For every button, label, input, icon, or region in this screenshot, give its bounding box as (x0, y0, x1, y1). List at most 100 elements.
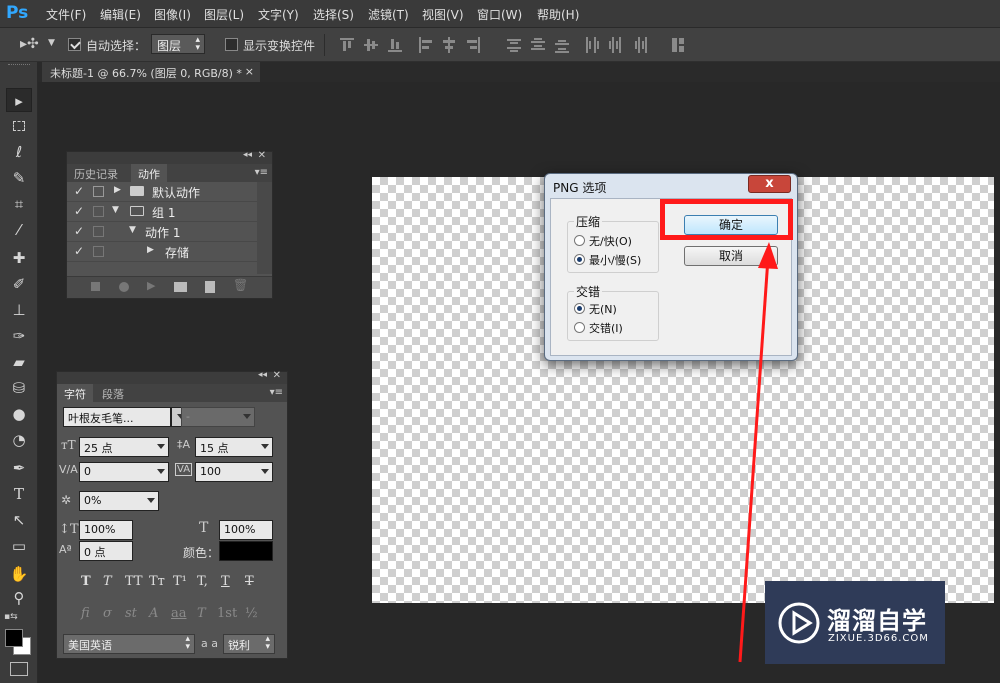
kerning-field[interactable]: 0 (79, 462, 169, 482)
distribute-left-icon[interactable] (585, 37, 599, 53)
quick-select-tool-icon[interactable]: ✎ (6, 166, 32, 190)
play-icon[interactable]: ▶ (147, 279, 155, 292)
expand-arrow-icon[interactable]: ▼ (129, 225, 136, 235)
panel-grip[interactable] (8, 64, 30, 67)
chevron-down-icon[interactable]: ▼ (48, 38, 55, 48)
compression-smallest-radio[interactable] (574, 254, 585, 265)
record-icon[interactable] (119, 282, 129, 292)
panel-menu-icon[interactable]: ▾≡ (255, 167, 268, 178)
lasso-tool-icon[interactable]: ℓ (6, 140, 32, 164)
vertical-scale-field[interactable]: 100% (79, 520, 133, 540)
align-hcenter-icon[interactable] (442, 37, 456, 53)
eyedropper-tool-icon[interactable]: ⁄ (6, 218, 32, 242)
dialog-toggle-icon[interactable] (93, 246, 104, 257)
move-tool-preset-icon[interactable]: ▸✣ (20, 36, 39, 52)
clone-stamp-tool-icon[interactable]: ⊥ (6, 298, 32, 322)
menu-image[interactable]: 图像(I) (154, 6, 191, 23)
type-tool-icon[interactable]: T (6, 482, 32, 506)
crop-tool-icon[interactable]: ⌗ (6, 192, 32, 216)
antialias-dropdown[interactable]: 锐利 ▴ ▾ (223, 634, 275, 654)
text-color-swatch[interactable] (219, 541, 273, 561)
distribute-right-icon[interactable] (633, 37, 647, 53)
distribute-top-icon[interactable] (507, 37, 521, 53)
menu-filter[interactable]: 滤镜(T) (368, 6, 409, 23)
marquee-tool-icon[interactable] (6, 114, 32, 138)
baseline-shift-field[interactable]: 0 点 (79, 541, 133, 561)
fractions-button[interactable]: ½ (245, 606, 258, 621)
pen-tool-icon[interactable]: ✒ (6, 456, 32, 480)
align-vcenter-icon[interactable] (364, 37, 378, 53)
tab-history[interactable]: 历史记录 (67, 164, 125, 182)
list-item[interactable]: ✓ ▼ 动作 1 (67, 222, 257, 242)
menu-edit[interactable]: 编辑(E) (100, 6, 141, 23)
move-tool-icon[interactable]: ▸ (6, 88, 32, 112)
distribute-vcenter-icon[interactable] (531, 37, 545, 53)
ordinals-button[interactable]: 1st (217, 606, 237, 621)
paint-bucket-tool-icon[interactable]: ⛁ (6, 376, 32, 400)
brush-tool-icon[interactable]: ✐ (6, 272, 32, 296)
history-brush-tool-icon[interactable]: ✑ (6, 324, 32, 348)
list-item[interactable]: ✓ ▼ 组 1 (67, 202, 257, 222)
tab-character[interactable]: 字符 (57, 384, 93, 402)
path-select-tool-icon[interactable]: ↖ (6, 508, 32, 532)
panel-menu-icon[interactable]: ▾≡ (270, 387, 283, 398)
collapse-icon[interactable]: ◂◂ (258, 370, 267, 380)
align-bottom-icon[interactable] (388, 37, 402, 53)
trash-icon[interactable]: 🗑 (233, 278, 248, 292)
new-set-folder-icon[interactable] (174, 282, 187, 292)
blur-tool-icon[interactable]: ● (6, 402, 32, 426)
language-dropdown[interactable]: 美国英语 ▴ ▾ (63, 634, 195, 654)
check-icon[interactable]: ✓ (74, 224, 84, 238)
faux-bold-button[interactable]: T (81, 574, 91, 589)
titling-alternates-button[interactable]: T (197, 606, 206, 621)
superscript-button[interactable]: T¹ (173, 574, 187, 589)
collapse-icon[interactable]: ◂◂ (243, 150, 252, 160)
compression-none-label[interactable]: 无/快(O) (589, 233, 632, 249)
check-icon[interactable]: ✓ (74, 184, 84, 198)
discretionary-ligatures-button[interactable]: st (125, 606, 137, 621)
foreground-color-swatch[interactable] (5, 629, 23, 647)
close-icon[interactable]: ✕ (258, 150, 266, 161)
font-size-field[interactable]: 25 点 (79, 437, 169, 457)
hand-tool-icon[interactable]: ✋ (6, 562, 32, 586)
horizontal-scale-field[interactable]: 100% (219, 520, 273, 540)
menu-window[interactable]: 窗口(W) (477, 6, 522, 23)
align-top-icon[interactable] (340, 37, 354, 53)
tsume-field[interactable]: 0% (79, 491, 159, 511)
menu-file[interactable]: 文件(F) (46, 6, 86, 23)
align-right-icon[interactable] (466, 37, 480, 53)
dialog-close-button[interactable]: x (748, 175, 791, 193)
leading-field[interactable]: 15 点 (195, 437, 273, 457)
align-left-icon[interactable] (418, 37, 432, 53)
scrollbar[interactable] (257, 182, 272, 274)
expand-arrow-icon[interactable]: ▶ (114, 185, 121, 195)
document-tab[interactable]: 未标题-1 @ 66.7% (图层 0, RGB/8) * × (42, 62, 260, 82)
close-icon[interactable]: × (245, 65, 254, 78)
new-action-icon[interactable] (205, 281, 215, 293)
menu-layer[interactable]: 图层(L) (204, 6, 244, 23)
distribute-hcenter-icon[interactable] (609, 37, 623, 53)
font-family-dropdown[interactable]: 叶根友毛笔... (63, 407, 171, 427)
auto-select-checkbox[interactable] (68, 38, 81, 51)
menu-help[interactable]: 帮助(H) (537, 6, 579, 23)
show-transform-checkbox[interactable] (225, 38, 238, 51)
expand-arrow-icon[interactable]: ▶ (147, 245, 154, 255)
underline-button[interactable]: T (221, 574, 230, 589)
dodge-tool-icon[interactable]: ◔ (6, 428, 32, 452)
menu-type[interactable]: 文字(Y) (258, 6, 299, 23)
auto-select-dropdown[interactable]: 图层 ▴ ▾ (151, 34, 205, 54)
stop-icon[interactable] (91, 282, 100, 291)
rectangle-tool-icon[interactable]: ▭ (6, 534, 32, 558)
expand-arrow-icon[interactable]: ▼ (112, 205, 119, 215)
quick-mask-icon[interactable] (10, 662, 28, 676)
contextual-alternates-button[interactable]: σ (103, 606, 112, 621)
swash-button[interactable]: A (149, 606, 158, 621)
auto-align-icon[interactable] (672, 37, 686, 53)
check-icon[interactable]: ✓ (74, 244, 84, 258)
tracking-field[interactable]: 100 (195, 462, 273, 482)
list-item[interactable]: ✓ ▶ 存储 (67, 242, 257, 262)
strikethrough-button[interactable]: T (245, 574, 254, 589)
stylistic-alternates-button[interactable]: aa (171, 606, 187, 621)
faux-italic-button[interactable]: T (103, 574, 112, 589)
dialog-toggle-icon[interactable] (93, 226, 104, 237)
